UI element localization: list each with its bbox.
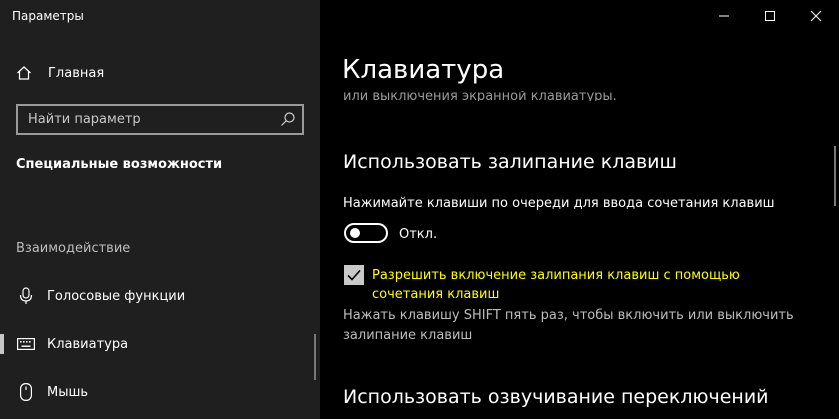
group-title: Взаимодействие	[16, 241, 131, 256]
close-icon	[810, 10, 822, 22]
app-title: Параметры	[12, 9, 84, 23]
mouse-icon	[17, 383, 35, 401]
sidebar-item-label: Голосовые функции	[47, 288, 186, 304]
sidebar-item-mouse[interactable]: Мышь	[0, 372, 320, 412]
sidebar-item-keyboard[interactable]: Клавиатура	[0, 324, 320, 364]
section-title: Специальные возможности	[16, 157, 223, 172]
sidebar-scrollbar[interactable]	[314, 334, 316, 380]
maximize-button[interactable]	[747, 0, 793, 32]
partially-scrolled-text: или выключения экранной клавиатуры.	[343, 91, 617, 101]
keyboard-icon	[17, 335, 35, 353]
sticky-keys-description: Нажимайте клавиши по очереди для ввода с…	[343, 196, 775, 211]
sticky-keys-toggle[interactable]	[344, 223, 388, 243]
maximize-icon	[765, 11, 775, 21]
minimize-button[interactable]	[701, 0, 747, 32]
search-input[interactable]	[18, 106, 274, 133]
sidebar: Параметры Главная Специальные возможност…	[0, 0, 320, 419]
page-title: Клавиатура	[342, 55, 505, 85]
shortcut-checkbox-label[interactable]: Разрешить включение залипания клавиш с п…	[372, 266, 812, 304]
home-nav-item[interactable]: Главная	[16, 62, 104, 84]
toggle-keys-heading: Использовать озвучивание переключений	[343, 386, 769, 408]
sticky-keys-heading: Использовать залипание клавиш	[343, 151, 677, 173]
search-icon[interactable]	[280, 111, 296, 127]
main-scrollbar[interactable]	[834, 146, 836, 206]
home-label: Главная	[48, 65, 105, 81]
close-button[interactable]	[793, 0, 839, 32]
microphone-icon	[17, 287, 35, 305]
minimize-icon	[719, 15, 729, 17]
checkmark-icon	[347, 269, 361, 281]
search-box[interactable]	[16, 104, 304, 135]
toggle-state-label: Откл.	[399, 227, 438, 242]
home-icon	[17, 66, 31, 80]
shortcut-checkbox[interactable]	[344, 265, 364, 285]
shortcut-help-text: Нажать клавишу SHIFT пять раз, чтобы вкл…	[343, 308, 794, 343]
sidebar-item-speech[interactable]: Голосовые функции	[0, 276, 320, 316]
sidebar-item-label: Клавиатура	[47, 336, 129, 352]
toggle-knob	[350, 228, 360, 238]
sidebar-item-label: Мышь	[47, 384, 89, 400]
